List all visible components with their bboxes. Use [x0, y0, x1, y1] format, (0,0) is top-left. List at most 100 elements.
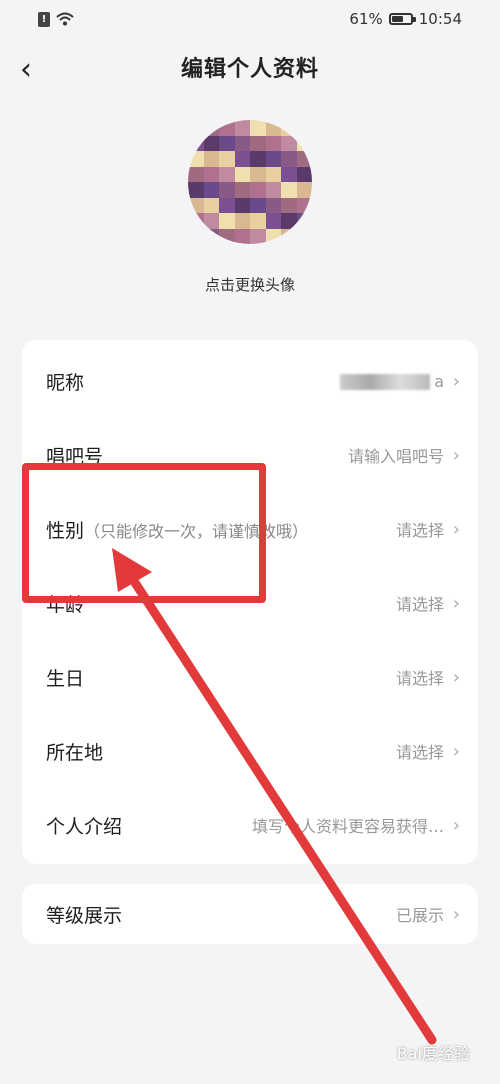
row-value: a: [340, 372, 444, 391]
avatar-pixel: [281, 135, 297, 151]
profile-row[interactable]: 唱吧号 请输入唱吧号 ›: [22, 418, 478, 492]
avatar-pixel: [265, 182, 281, 198]
avatar-pixel: [281, 166, 297, 182]
avatar-pixel: [219, 228, 235, 244]
avatar[interactable]: [188, 120, 312, 244]
avatar-pixel: [250, 151, 266, 167]
level-card: 等级展示 已展示 ›: [22, 884, 478, 944]
row-label: 年龄: [46, 593, 85, 616]
avatar-pixel: [234, 228, 250, 244]
chevron-right-icon: ›: [452, 740, 460, 762]
profile-row[interactable]: 性别（只能修改一次，请谨慎改哦） 请选择 ›: [22, 492, 478, 566]
avatar-pixel: [265, 151, 281, 167]
clock: 10:54: [418, 10, 462, 28]
chevron-right-icon: ›: [452, 592, 460, 614]
row-label: 昵称: [46, 371, 85, 394]
avatar-pixel: [203, 228, 219, 244]
avatar-pixel: [296, 120, 312, 136]
avatar-pixel: [203, 135, 219, 151]
avatar-pixel: [250, 166, 266, 182]
avatar-pixel: [265, 197, 281, 213]
avatar-pixel: [281, 182, 297, 198]
avatar-pixel: [188, 151, 204, 167]
row-value: 请输入唱吧号: [347, 447, 444, 466]
battery-fill: [391, 16, 403, 22]
avatar-pixel: [219, 213, 235, 229]
watermark: Bai度经验: [396, 1044, 470, 1063]
avatar-pixel: [203, 213, 219, 229]
avatar-pixel: [188, 166, 204, 182]
avatar-pixel: [188, 197, 204, 213]
row-value: 请选择: [395, 521, 444, 540]
avatar-pixel: [265, 166, 281, 182]
avatar-pixel: [219, 135, 235, 151]
profile-row[interactable]: 所在地 请选择 ›: [22, 714, 478, 788]
row-note: （只能修改一次，请谨慎改哦）: [84, 521, 309, 541]
avatar-pixel: [281, 197, 297, 213]
avatar-pixel: [250, 213, 266, 229]
row-label: 等级展示: [46, 904, 123, 927]
avatar-pixel: [234, 151, 250, 167]
page-title: 编辑个人资料: [180, 57, 319, 82]
avatar-pixel: [296, 197, 312, 213]
avatar-pixel: [219, 120, 235, 136]
avatar-pixel: [234, 213, 250, 229]
avatar-pixel: [188, 120, 204, 136]
wifi-icon: [56, 12, 74, 26]
row-label: 所在地: [46, 741, 104, 764]
avatar-pixel: [219, 182, 235, 198]
row-label: 个人介绍: [46, 815, 123, 838]
status-left: !: [38, 11, 74, 27]
avatar-pixel: [250, 182, 266, 198]
chevron-right-icon: ›: [452, 518, 460, 540]
status-right: 61% 10:54: [349, 10, 462, 28]
row-label: 生日: [46, 667, 85, 690]
profile-row[interactable]: 年龄 请选择 ›: [22, 566, 478, 640]
avatar-pixel: [188, 135, 204, 151]
row-label: 性别（只能修改一次，请谨慎改哦）: [46, 519, 309, 542]
avatar-pixel: [250, 197, 266, 213]
avatar-pixel: [250, 228, 266, 244]
avatar-pixel: [188, 213, 204, 229]
avatar-pixel: [234, 197, 250, 213]
row-value: 请选择: [395, 743, 444, 762]
row-value: 已展示: [395, 906, 444, 925]
chevron-right-icon: ›: [452, 814, 460, 836]
avatar-pixel: [265, 213, 281, 229]
avatar-pixel: [281, 213, 297, 229]
avatar-pixel: [219, 197, 235, 213]
avatar-pixel: [250, 120, 266, 136]
level-display-row[interactable]: 等级展示 已展示 ›: [22, 884, 478, 944]
avatar-pixel: [265, 228, 281, 244]
avatar-pixel: [296, 213, 312, 229]
avatar-pixel: [203, 120, 219, 136]
avatar-pixel: [281, 120, 297, 136]
chevron-right-icon: ›: [452, 370, 460, 392]
avatar-pixel: [203, 151, 219, 167]
profile-row[interactable]: 个人介绍 填写个人资料更容易获得… ›: [22, 788, 478, 862]
profile-row[interactable]: 昵称 a ›: [22, 344, 478, 418]
profile-card: 昵称 a › 唱吧号 请输入唱吧号 › 性别（只能修改一次，请谨慎改哦） 请选择 › 年龄 请选择 ›…: [22, 340, 478, 864]
avatar-pixel: [219, 151, 235, 167]
row-value: 请选择: [395, 595, 444, 614]
avatar-pixel: [188, 182, 204, 198]
avatar-pixel: [234, 182, 250, 198]
avatar-pixel: [281, 151, 297, 167]
avatar-pixel: [265, 135, 281, 151]
avatar-pixel: [234, 166, 250, 182]
avatar-pixel: [188, 228, 204, 244]
avatar-pixel: [250, 135, 266, 151]
header: ‹ 编辑个人资料: [0, 46, 500, 94]
change-avatar-link[interactable]: 点击更换头像: [0, 274, 500, 295]
profile-row[interactable]: 生日 请选择 ›: [22, 640, 478, 714]
nickname-text: a: [434, 371, 444, 391]
status-bar: ! 61% 10:54: [0, 0, 500, 38]
battery-percent: 61%: [349, 10, 383, 28]
avatar-pixel: [296, 151, 312, 167]
avatar-pixel: [296, 182, 312, 198]
row-value: 请选择: [395, 669, 444, 688]
avatar-pixel: [296, 135, 312, 151]
avatar-pixel: [296, 228, 312, 244]
row-label: 唱吧号: [46, 445, 104, 468]
row-value: 填写个人资料更容易获得…: [251, 817, 444, 836]
